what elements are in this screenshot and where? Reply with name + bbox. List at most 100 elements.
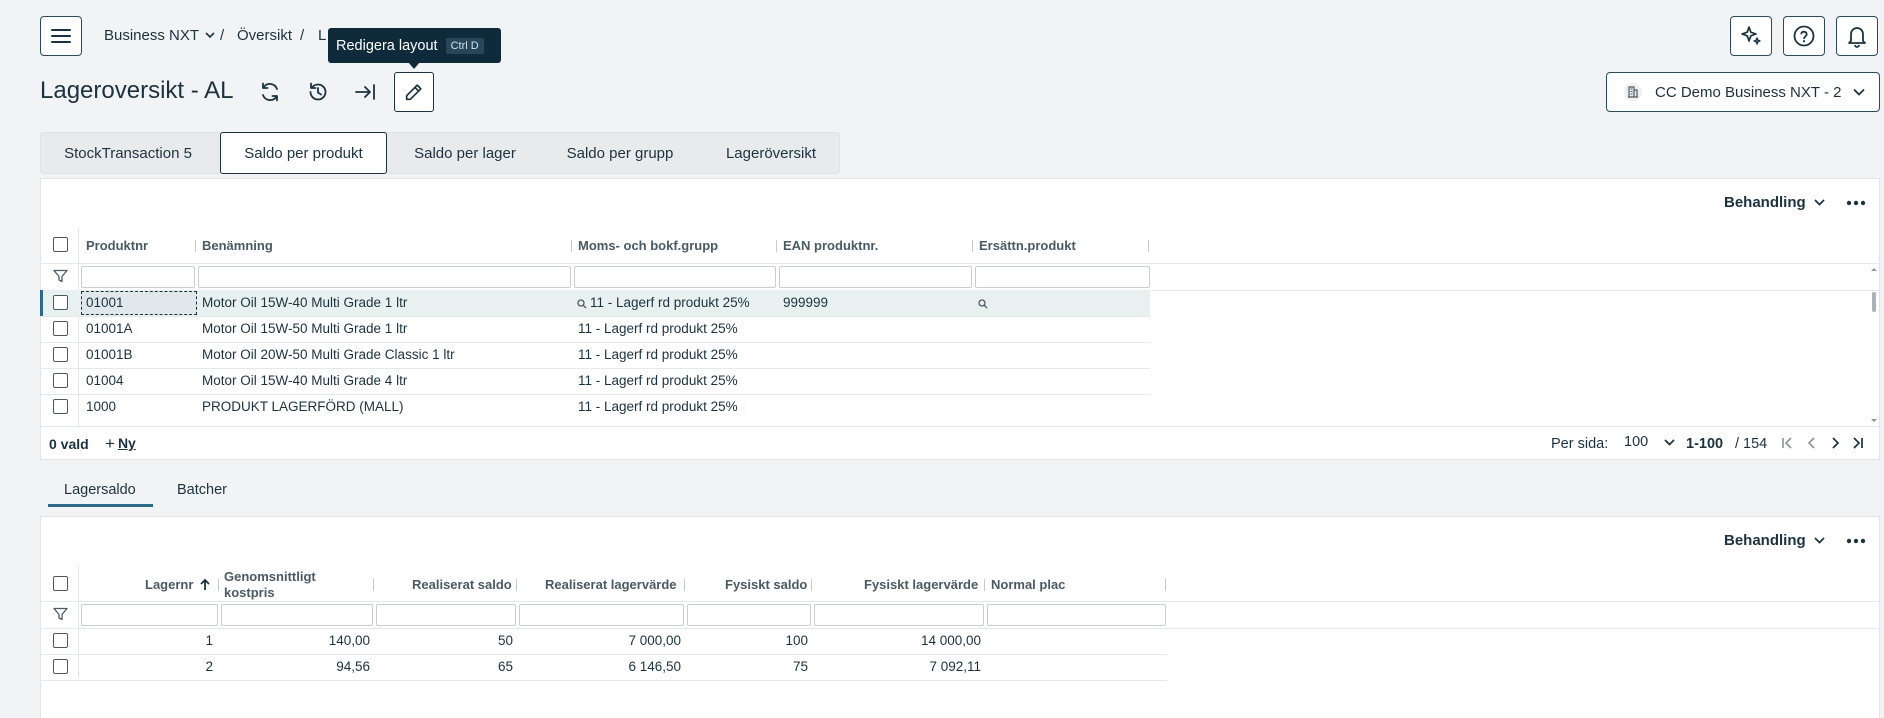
history-button[interactable] bbox=[301, 75, 335, 109]
column-header-ean[interactable]: EAN produktnr. bbox=[783, 238, 878, 253]
lookup-icon[interactable] bbox=[978, 299, 988, 309]
cell-kostpris[interactable]: 140,00 bbox=[221, 633, 370, 648]
cell-benamning[interactable]: Motor Oil 20W-50 Multi Grade Classic 1 l… bbox=[202, 347, 455, 362]
breadcrumb-company[interactable]: Business NXT bbox=[104, 27, 199, 44]
column-resizer[interactable] bbox=[1148, 240, 1149, 252]
chevron-down-icon[interactable] bbox=[205, 31, 215, 39]
column-header-realiserat-varde[interactable]: Realiserat lagervärde bbox=[545, 577, 677, 592]
per-page-select[interactable]: 100 bbox=[1624, 434, 1678, 450]
cell-realiserat-varde[interactable]: 6 146,50 bbox=[519, 659, 681, 674]
column-resizer[interactable] bbox=[776, 240, 777, 252]
column-resizer[interactable] bbox=[684, 579, 685, 591]
cell-fysiskt-saldo[interactable]: 75 bbox=[687, 659, 808, 674]
filter-icon[interactable] bbox=[53, 607, 68, 621]
column-resizer[interactable] bbox=[571, 240, 572, 252]
column-header-ersattn[interactable]: Ersättn.produkt bbox=[979, 238, 1076, 253]
filter-kostpris[interactable] bbox=[221, 604, 373, 626]
column-resizer[interactable] bbox=[811, 579, 812, 591]
breadcrumb-overview[interactable]: Översikt bbox=[237, 27, 292, 44]
column-header-lagernr[interactable]: Lagernr bbox=[145, 577, 211, 592]
cell-benamning[interactable]: Motor Oil 15W-40 Multi Grade 1 ltr bbox=[202, 295, 407, 310]
row-checkbox[interactable] bbox=[53, 399, 68, 414]
column-resizer[interactable] bbox=[972, 240, 973, 252]
cell-produktnr[interactable]: 01001B bbox=[86, 347, 133, 362]
behandling-menu[interactable]: Behandling bbox=[1724, 532, 1825, 549]
column-resizer[interactable] bbox=[516, 579, 517, 591]
menu-button[interactable] bbox=[40, 16, 82, 56]
new-button[interactable]: + Ny bbox=[105, 435, 136, 452]
column-header-realiserat-saldo[interactable]: Realiserat saldo bbox=[412, 577, 512, 592]
tab-saldo-per-produkt[interactable]: Saldo per produkt bbox=[220, 132, 387, 174]
select-all-checkbox[interactable] bbox=[53, 576, 68, 591]
behandling-menu[interactable]: Behandling bbox=[1724, 194, 1825, 211]
lookup-icon[interactable] bbox=[577, 299, 587, 309]
cell-fysiskt-varde[interactable]: 7 092,11 bbox=[814, 659, 981, 674]
column-header-produktnr[interactable]: Produktnr bbox=[86, 238, 148, 253]
column-header-genomsnitt[interactable]: Genomsnittligt bbox=[224, 569, 316, 584]
more-options-icon[interactable] bbox=[1846, 200, 1866, 206]
cell-produktnr[interactable]: 01004 bbox=[86, 373, 124, 388]
expand-right-button[interactable] bbox=[348, 75, 382, 109]
subtab-batcher[interactable]: Batcher bbox=[177, 482, 227, 498]
first-page-icon[interactable] bbox=[1780, 436, 1794, 450]
filter-lagernr[interactable] bbox=[81, 604, 218, 626]
filter-fysiskt-varde[interactable] bbox=[814, 604, 984, 626]
column-resizer[interactable] bbox=[984, 579, 985, 591]
filter-realiserat-saldo[interactable] bbox=[376, 604, 516, 626]
more-options-icon[interactable] bbox=[1846, 538, 1866, 544]
row-checkbox[interactable] bbox=[53, 347, 68, 362]
column-resizer[interactable] bbox=[1165, 579, 1166, 591]
select-all-checkbox[interactable] bbox=[53, 237, 68, 252]
row-checkbox[interactable] bbox=[53, 373, 68, 388]
cell-moms[interactable]: 11 - Lagerf rd produkt 25% bbox=[578, 373, 738, 388]
row-checkbox[interactable] bbox=[53, 633, 68, 648]
cell-fysiskt-varde[interactable]: 14 000,00 bbox=[814, 633, 981, 648]
filter-icon[interactable] bbox=[53, 269, 68, 283]
subtab-lagersaldo[interactable]: Lagersaldo bbox=[64, 482, 136, 498]
column-header-fysiskt-varde[interactable]: Fysiskt lagervärde bbox=[864, 577, 978, 592]
vertical-scrollbar[interactable] bbox=[1870, 266, 1878, 426]
help-button[interactable] bbox=[1783, 16, 1825, 56]
cell-benamning[interactable]: PRODUKT LAGERFÖRD (MALL) bbox=[202, 399, 404, 414]
row-checkbox[interactable] bbox=[53, 295, 68, 310]
column-header-genomsnitt[interactable]: kostpris bbox=[224, 585, 275, 600]
cell-moms[interactable]: 11 - Lagerf rd produkt 25% bbox=[578, 399, 738, 414]
edit-layout-button[interactable] bbox=[394, 72, 434, 112]
cell-lagernr[interactable]: 1 bbox=[81, 633, 213, 648]
last-page-icon[interactable] bbox=[1851, 436, 1865, 450]
cell-lagernr[interactable]: 2 bbox=[81, 659, 213, 674]
column-header-fysiskt-saldo[interactable]: Fysiskt saldo bbox=[725, 577, 807, 592]
filter-ersattn[interactable] bbox=[975, 266, 1150, 288]
cell-produktnr[interactable]: 01001 bbox=[86, 295, 124, 310]
cell-moms[interactable]: 11 - Lagerf rd produkt 25% bbox=[578, 347, 738, 362]
company-selector[interactable]: CC Demo Business NXT - 2 bbox=[1606, 72, 1880, 112]
next-page-icon[interactable] bbox=[1828, 436, 1842, 450]
notifications-button[interactable] bbox=[1836, 16, 1878, 56]
cell-fysiskt-saldo[interactable]: 100 bbox=[687, 633, 808, 648]
filter-moms[interactable] bbox=[574, 266, 776, 288]
cell-moms[interactable]: 11 - Lagerf rd produkt 25% bbox=[578, 321, 738, 336]
column-resizer[interactable] bbox=[373, 579, 374, 591]
row-checkbox[interactable] bbox=[53, 659, 68, 674]
cell-realiserat-saldo[interactable]: 50 bbox=[376, 633, 513, 648]
filter-realiserat-varde[interactable] bbox=[519, 604, 684, 626]
cell-benamning[interactable]: Motor Oil 15W-40 Multi Grade 4 ltr bbox=[202, 373, 407, 388]
column-header-moms[interactable]: Moms- och bokf.grupp bbox=[578, 238, 718, 253]
cell-produktnr[interactable]: 01001A bbox=[86, 321, 133, 336]
cell-benamning[interactable]: Motor Oil 15W-50 Multi Grade 1 ltr bbox=[202, 321, 407, 336]
column-resizer[interactable] bbox=[218, 579, 219, 591]
cell-realiserat-saldo[interactable]: 65 bbox=[376, 659, 513, 674]
filter-fysiskt-saldo[interactable] bbox=[687, 604, 811, 626]
row-checkbox[interactable] bbox=[53, 321, 68, 336]
filter-produktnr[interactable] bbox=[81, 266, 195, 288]
refresh-button[interactable] bbox=[253, 75, 287, 109]
cell-moms[interactable]: 11 - Lagerf rd produkt 25% bbox=[590, 295, 750, 310]
cell-realiserat-varde[interactable]: 7 000,00 bbox=[519, 633, 681, 648]
scrollbar-thumb[interactable] bbox=[1872, 292, 1876, 312]
previous-page-icon[interactable] bbox=[1805, 436, 1819, 450]
filter-ean[interactable] bbox=[779, 266, 972, 288]
cell-kostpris[interactable]: 94,56 bbox=[221, 659, 370, 674]
column-header-benamning[interactable]: Benämning bbox=[202, 238, 273, 253]
column-header-normal-plac[interactable]: Normal plac bbox=[991, 577, 1065, 592]
filter-benamning[interactable] bbox=[198, 266, 571, 288]
